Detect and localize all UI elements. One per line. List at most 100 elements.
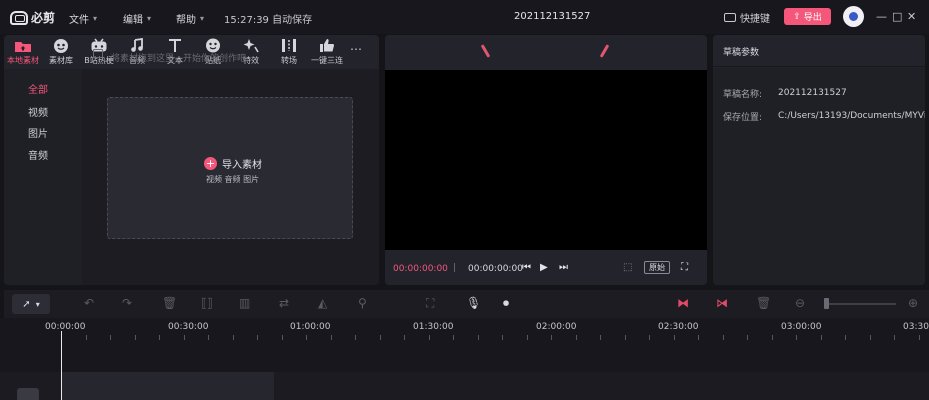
ruler-tick [747,335,748,340]
mirror-icon[interactable]: ◭ [318,296,327,310]
transition-icon [281,38,297,53]
ruler-label: 02:30:00 [658,322,699,332]
microphone-icon[interactable]: 🎙 [466,296,481,310]
menu-help[interactable]: 帮助 ▾ [176,11,204,26]
cursor-icon: ➚ [22,298,31,310]
media-sidebar: 全部 视频 图片 音频 [4,69,82,285]
chevron-down-icon: ▾ [200,14,205,23]
ruler-tick [429,335,430,340]
select-tool-dropdown[interactable]: ➚ ▾ [12,294,50,314]
ruler-tick [502,335,503,340]
ruler-label: 01:00:00 [290,322,331,332]
minimize-icon[interactable]: — [876,10,887,23]
menu-file[interactable]: 文件 ▾ [69,11,97,26]
properties-body: 草稿名称: 202112131527 保存位置: C:/Users/13193/… [713,68,925,285]
drop-hint-area[interactable] [62,372,274,400]
draft-name-label: 草稿名称: [723,90,763,100]
next-frame-icon[interactable]: ⏭ [559,262,568,273]
sidebar-item-image[interactable]: 图片 [28,125,48,140]
undo-icon[interactable]: ↶ [84,296,94,310]
autosave-status: 15:27:39 自动保存 [224,15,313,26]
preview-screen[interactable] [385,70,707,250]
zoom-in-icon[interactable]: ⊕ [908,296,918,310]
ruler-tick [208,335,209,340]
tv-logo-icon [10,10,28,25]
keyboard-icon [724,13,736,22]
freeze-frame-icon[interactable]: ▥ [239,296,250,310]
snap-icon[interactable]: ⧓ [677,296,689,310]
ruler-tick [796,335,797,340]
more-tabs-button[interactable]: … [346,35,366,69]
ruler-tick [870,335,871,340]
ruler-tick [282,335,283,340]
maximize-icon[interactable]: □ [892,10,902,23]
prev-frame-icon[interactable]: ⏮ [522,262,531,273]
ruler-tick [723,335,724,340]
trash-icon[interactable]: 🗑 [756,296,771,310]
player-deco-mark [480,44,491,58]
sidebar-item-audio[interactable]: 音频 [28,147,48,162]
app-logo: 必剪 [10,9,55,26]
tab-one-click-triple[interactable]: 一键三连 [308,35,346,69]
linkage-icon[interactable]: ⧒ [716,296,728,310]
player-deco-mark [599,44,610,58]
delete-icon[interactable]: 🗑 [162,296,177,310]
screenshot-icon[interactable]: ⛶ [426,296,434,311]
menu-edit[interactable]: 编辑 ▾ [123,11,151,26]
play-icon[interactable]: ▶ [540,262,548,273]
timecode-separator: | [453,263,457,273]
zoom-slider[interactable] [826,303,896,305]
fullscreen-icon[interactable]: ⛶ [681,262,688,273]
sidebar-item-video[interactable]: 视频 [28,104,48,119]
preview-player: 00:00:00:00 | 00:00:00:00 ⏮ ▶ ⏭ ⬚ 原始 ⛶ [385,35,707,285]
import-file-types: 视频 音频 图片 [206,175,260,184]
avatar[interactable] [843,6,864,27]
chevron-down-icon: ▾ [93,14,98,23]
tab-local-media[interactable]: 本地素材 [4,35,42,69]
ruler-label: 00:30:00 [168,322,209,332]
import-dropzone[interactable]: + 导入素材 视频 音频 图片 [107,97,353,239]
chevron-down-icon: ▾ [35,299,40,309]
ruler-tick [576,335,577,340]
ruler-label: 03:00:00 [781,322,822,332]
chevron-down-icon: ▾ [147,14,152,23]
film-icon [93,49,103,58]
export-button[interactable]: ⇪ 导出 [784,8,831,25]
ruler-tick [894,335,895,340]
plus-icon: + [204,157,217,170]
pin-icon[interactable]: ⚲ [358,296,367,310]
save-location-value: C:/Users/13193/Documents/MYVideoProject [778,111,925,121]
sidebar-item-all[interactable]: 全部 [28,81,48,96]
app-name: 必剪 [31,11,56,25]
smile-box-icon [53,38,69,53]
ruler-tick [478,335,479,340]
thumbs-up-icon [319,38,335,53]
camera-record-icon[interactable]: ⏺ [503,296,509,311]
playhead[interactable] [61,331,62,400]
player-header [385,35,707,69]
ruler-tick [625,335,626,340]
close-icon[interactable]: ✕ [907,10,916,23]
title-bar: 必剪 文件 ▾ 编辑 ▾ 帮助 ▾ 15:27:39 自动保存 20211213152… [0,0,929,34]
ruler-tick [257,335,258,340]
crop-icon[interactable]: ⬚ [623,262,632,273]
upload-icon: ⇪ [793,11,801,22]
split-icon[interactable]: ⟦⟧ [201,296,213,310]
zoom-slider-handle[interactable] [824,298,829,309]
redo-icon[interactable]: ↷ [122,296,132,310]
ruler-label: 01:30:00 [413,322,454,332]
import-media-button[interactable]: + 导入素材 [204,156,262,171]
media-content: + 导入素材 视频 音频 图片 [82,69,379,285]
timeline-ruler[interactable]: 00:00:00 00:30:00 01:00:00 01:30:00 02:0… [0,318,929,342]
ratio-button[interactable]: 原始 [644,261,670,274]
tab-material-library[interactable]: 素材库 [42,35,80,69]
timeline-hint: 将素材拖到这里，开始你的创作吧 [111,54,247,64]
zoom-out-icon[interactable]: ⊖ [795,296,805,310]
ruler-tick [331,335,332,340]
project-title: 202112131527 [514,11,591,22]
ruler-tick [184,335,185,340]
replace-icon[interactable]: ⇄ [279,296,289,310]
tab-transition[interactable]: 转场 [270,35,308,69]
shortcut-button[interactable]: 快捷键 [724,10,770,25]
track-volume-button[interactable] [17,388,39,400]
